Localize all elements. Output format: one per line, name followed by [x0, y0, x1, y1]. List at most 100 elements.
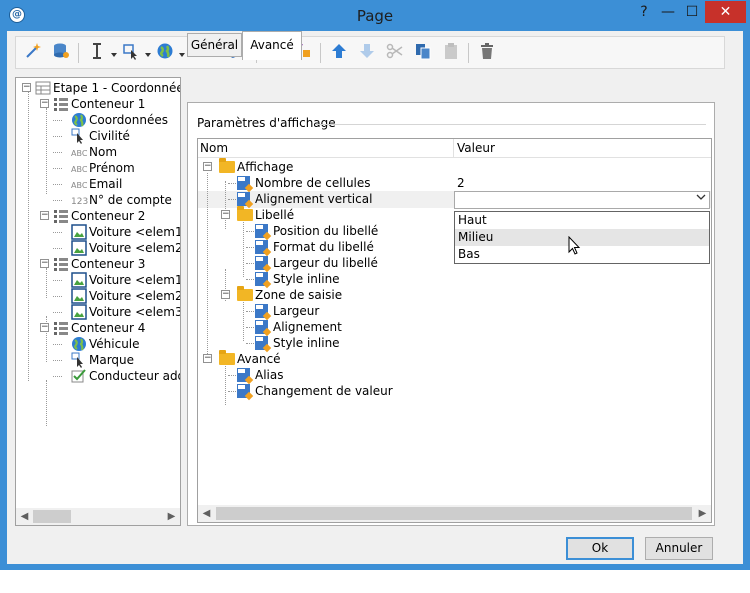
dropdown-option-top[interactable]: Haut — [455, 212, 709, 229]
tree-item[interactable]: − Conteneur 3 — [16, 256, 180, 272]
grid-property-row[interactable]: Style inline — [198, 335, 711, 353]
structure-tree[interactable]: −Etape 1 - Coordonnées d−Conteneur 1Coor… — [15, 77, 181, 526]
collapse-toggle-icon[interactable]: − — [221, 290, 230, 299]
container-icon — [53, 256, 69, 272]
grid-property-row[interactable]: Alignement — [198, 319, 711, 337]
property-label: Alignement — [273, 320, 342, 334]
tree-item-label: Conteneur 1 — [71, 97, 146, 111]
tree-item[interactable]: Marque — [16, 352, 180, 368]
title-bar[interactable]: @ Page ? — ☐ ✕ — [0, 0, 750, 31]
column-header-name[interactable]: Nom — [200, 141, 228, 155]
grid-folder-row[interactable]: − Avancé — [198, 350, 711, 367]
folder-icon — [219, 350, 235, 365]
property-field-icon — [255, 256, 272, 273]
globe-icon[interactable] — [154, 42, 176, 64]
cursor-add-icon[interactable] — [120, 42, 142, 64]
tree-item-label: Conducteur addi — [89, 369, 181, 383]
scroll-thumb[interactable] — [33, 510, 71, 523]
tree-item[interactable]: Coordonnées — [16, 112, 180, 128]
close-button[interactable]: ✕ — [705, 1, 746, 23]
copy-icon[interactable] — [412, 42, 434, 64]
tree-item[interactable]: Voiture <elem1> — [16, 224, 180, 240]
wand-icon[interactable] — [22, 42, 44, 64]
property-label: Largeur du libellé — [273, 256, 378, 270]
tree-item[interactable]: 123 N° de compte — [16, 192, 180, 208]
property-label: Libellé — [255, 208, 295, 222]
tree-item-label: Voiture <elem1> — [89, 273, 180, 287]
property-label: Affichage — [237, 160, 294, 174]
tree-item[interactable]: − Conteneur 1 — [16, 96, 180, 112]
collapse-toggle-icon[interactable]: − — [40, 259, 49, 268]
property-field-icon — [255, 336, 272, 353]
alignment-dropdown-list[interactable]: Haut Milieu Bas — [454, 211, 710, 264]
help-button[interactable]: ? — [633, 1, 655, 23]
text-cursor-icon[interactable] — [86, 42, 108, 64]
collapse-toggle-icon[interactable]: − — [203, 162, 212, 171]
grid-property-row[interactable]: Changement de valeur — [198, 383, 711, 401]
tab-advanced[interactable]: Avancé — [242, 31, 302, 60]
tree-item[interactable]: ABC Prénom — [16, 160, 180, 176]
cursor-icon — [71, 128, 87, 144]
folder-icon — [237, 286, 253, 301]
property-value[interactable]: 2 — [457, 175, 465, 191]
tree-item-label: Nom — [89, 145, 118, 159]
dropdown-option-bottom[interactable]: Bas — [455, 246, 709, 263]
tree-item[interactable]: Véhicule — [16, 336, 180, 352]
property-label: Style inline — [273, 336, 340, 350]
database-user-icon[interactable] — [50, 42, 72, 64]
column-header-value[interactable]: Valeur — [457, 141, 495, 155]
tree-item[interactable]: Voiture <elem2> — [16, 288, 180, 304]
scroll-right-arrow-icon[interactable]: ▶ — [163, 508, 180, 525]
scroll-thumb[interactable] — [216, 507, 692, 520]
tree-item[interactable]: − Conteneur 4 — [16, 320, 180, 336]
scissors-icon — [384, 42, 406, 64]
collapse-toggle-icon[interactable]: − — [40, 99, 49, 108]
tree-item[interactable]: Voiture <elem3> — [16, 304, 180, 320]
chevron-down-icon[interactable] — [693, 192, 709, 208]
scroll-right-arrow-icon[interactable]: ▶ — [694, 505, 711, 522]
container-icon — [53, 96, 69, 112]
grid-icon — [35, 80, 51, 96]
scroll-left-arrow-icon[interactable]: ◀ — [198, 505, 215, 522]
tab-general[interactable]: Général — [187, 33, 242, 57]
scroll-left-arrow-icon[interactable]: ◀ — [16, 508, 33, 525]
collapse-toggle-icon[interactable]: − — [40, 211, 49, 220]
arrow-up-icon[interactable] — [328, 42, 350, 64]
dropdown-option-middle[interactable]: Milieu — [455, 229, 709, 246]
property-label: Alias — [255, 368, 284, 382]
vertical-alignment-combobox[interactable] — [454, 191, 710, 209]
maximize-button[interactable]: ☐ — [681, 1, 703, 23]
cancel-button[interactable]: Annuler — [645, 537, 713, 560]
grid-horizontal-scrollbar[interactable]: ◀ ▶ — [198, 505, 711, 522]
tree-item[interactable]: − Etape 1 - Coordonnées d — [16, 80, 180, 96]
tree-item[interactable]: Civilité — [16, 128, 180, 144]
tree-horizontal-scrollbar[interactable]: ◀ ▶ — [16, 508, 180, 525]
checkbox-icon — [71, 368, 87, 384]
tree-item-label: Marque — [89, 353, 135, 367]
grid-folder-row[interactable]: − Zone de saisie — [198, 286, 711, 303]
tree-item[interactable]: ABC Email — [16, 176, 180, 192]
tree-item[interactable]: Conducteur addi — [16, 368, 180, 384]
grid-property-row[interactable]: Nombre de cellules 2 — [198, 175, 711, 193]
trash-icon[interactable] — [476, 42, 498, 64]
grid-property-row[interactable]: Largeur — [198, 303, 711, 321]
property-field-icon — [237, 176, 254, 193]
grid-property-row[interactable]: Alias — [198, 367, 711, 385]
grid-property-row[interactable]: Style inline — [198, 271, 711, 289]
minimize-button[interactable]: — — [657, 1, 679, 23]
collapse-toggle-icon[interactable]: − — [221, 210, 230, 219]
grid-folder-row[interactable]: − Affichage — [198, 158, 711, 175]
property-field-icon — [255, 224, 272, 241]
tree-item[interactable]: Voiture <elem2> — [16, 240, 180, 256]
svg-text:ABC: ABC — [71, 149, 88, 158]
tree-item[interactable]: − Conteneur 2 — [16, 208, 180, 224]
collapse-toggle-icon[interactable]: − — [203, 354, 212, 363]
tree-item[interactable]: ABC Nom — [16, 144, 180, 160]
collapse-toggle-icon[interactable]: − — [40, 323, 49, 332]
globe-icon — [71, 112, 87, 128]
tree-item[interactable]: Voiture <elem1> — [16, 272, 180, 288]
collapse-toggle-icon[interactable]: − — [22, 83, 31, 92]
properties-grid[interactable]: Nom Valeur − Affichage Nombre de cellules 2… — [197, 138, 712, 523]
ok-button[interactable]: Ok — [566, 537, 634, 560]
tree-item-label: Email — [89, 177, 123, 191]
